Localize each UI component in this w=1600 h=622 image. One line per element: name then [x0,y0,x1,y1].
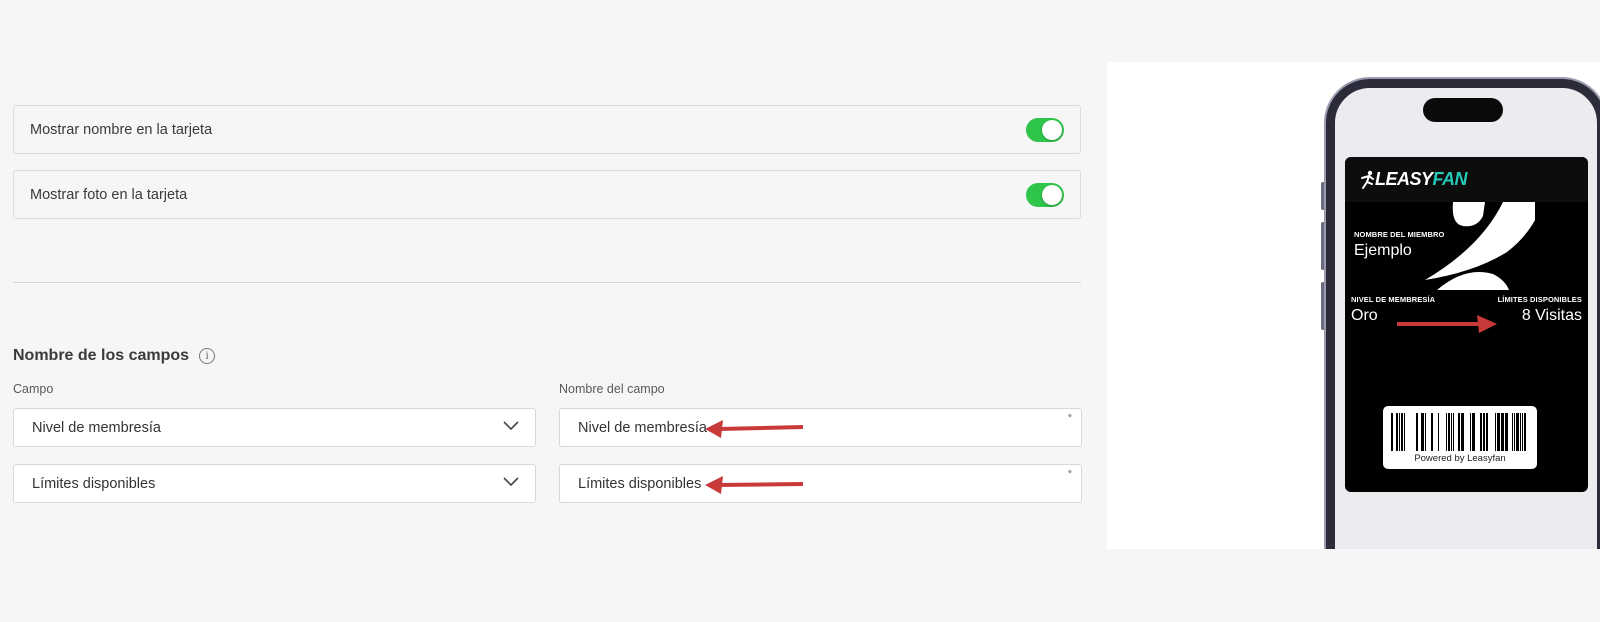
toggle-knob [1042,184,1062,205]
logo-right: FAN [1432,169,1468,189]
barcode-bar [1472,413,1475,451]
required-mark: * [1067,412,1072,424]
barcode-bar [1524,413,1526,451]
barcode-bar [1448,413,1450,451]
section-divider [13,282,1081,283]
toggle-knob [1042,119,1062,140]
member-name-value: Ejemplo [1354,242,1412,259]
toggle-label: Mostrar foto en la tarjeta [30,186,188,203]
brand-logo: LEASYFAN [1375,169,1468,190]
barcode-bar [1514,413,1515,451]
runner-logo-icon [1361,170,1374,189]
barcode-box: Powered by Leasyfan [1383,406,1537,469]
barcode-bar [1401,413,1403,451]
barcode-bar [1391,413,1393,451]
annotation-arrow-left [705,476,804,494]
card-preview-panel: LEASYFAN NOMBRE DEL MIEMBRO Ejemplo NIVE… [1107,62,1600,549]
barcode-bar [1486,413,1488,451]
show-name-toggle[interactable] [1026,117,1064,142]
show-photo-toggle[interactable] [1026,182,1064,207]
chevron-down-icon [503,477,519,487]
limits-label: LÍMITES DISPONIBLES [1497,295,1582,304]
card-header: LEASYFAN [1345,157,1588,202]
level-label: NIVEL DE MEMBRESÍA [1351,295,1436,304]
column-label-field: Campo [13,382,54,396]
chevron-down-icon [503,421,519,431]
barcode-bar [1421,413,1424,451]
member-name-label: NOMBRE DEL MIEMBRO [1354,230,1445,239]
barcode-bar [1470,413,1471,451]
barcode-bar [1399,413,1400,451]
barcode-bar [1512,413,1513,451]
barcode-bar [1520,413,1521,451]
select-value: Nivel de membresía [32,419,161,436]
field-name-input-1[interactable]: Nivel de membresía * [559,408,1082,447]
barcode-bar [1438,413,1439,451]
logo-left: LEASY [1375,169,1433,189]
phone-notch [1423,98,1503,122]
barcode-bar [1431,413,1433,451]
toggle-row-show-photo: Mostrar foto en la tarjeta [13,170,1081,219]
section-title: Nombre de los campos i [13,347,216,365]
barcode-bar [1451,413,1452,451]
required-mark: * [1067,468,1072,480]
barcode-icon [1391,413,1526,451]
barcode-bar [1480,413,1482,451]
field-select-1[interactable]: Nivel de membresía [13,408,536,447]
barcode-bar [1396,413,1398,451]
input-value: Nivel de membresía [578,419,707,436]
annotation-arrow-left [705,420,804,438]
phone-frame: LEASYFAN NOMBRE DEL MIEMBRO Ejemplo NIVE… [1326,79,1600,549]
info-icon[interactable]: i [199,348,216,364]
barcode-bar [1497,413,1500,451]
barcode-bar [1453,413,1454,451]
barcode-bar [1458,413,1460,451]
field-select-2[interactable]: Límites disponibles [13,464,536,503]
toggle-row-show-name: Mostrar nombre en la tarjeta [13,105,1081,154]
barcode-bar [1501,413,1504,451]
section-title-text: Nombre de los campos [13,347,190,364]
barcode-bar [1522,413,1523,451]
limits-value: 8 Visitas [1521,307,1582,324]
barcode-bar [1483,413,1485,451]
select-value: Límites disponibles [32,475,156,492]
membership-card: LEASYFAN NOMBRE DEL MIEMBRO Ejemplo NIVE… [1345,157,1588,492]
toggle-label: Mostrar nombre en la tarjeta [30,121,213,138]
barcode-bar [1446,413,1447,451]
barcode-bar [1516,413,1519,451]
level-value: Oro [1351,307,1378,324]
annotation-arrow-right [1397,315,1497,333]
column-label-field-name: Nombre del campo [559,382,665,396]
barcode-bar [1416,413,1418,451]
barcode-bar [1404,413,1405,451]
barcode-bar [1425,413,1426,451]
barcode-bar [1495,413,1496,451]
barcode-bar [1461,413,1464,451]
powered-by-text: Powered by Leasyfan [1414,453,1506,464]
field-name-input-2[interactable]: Límites disponibles * [559,464,1082,503]
input-value: Límites disponibles [578,475,702,492]
barcode-bar [1505,413,1508,451]
